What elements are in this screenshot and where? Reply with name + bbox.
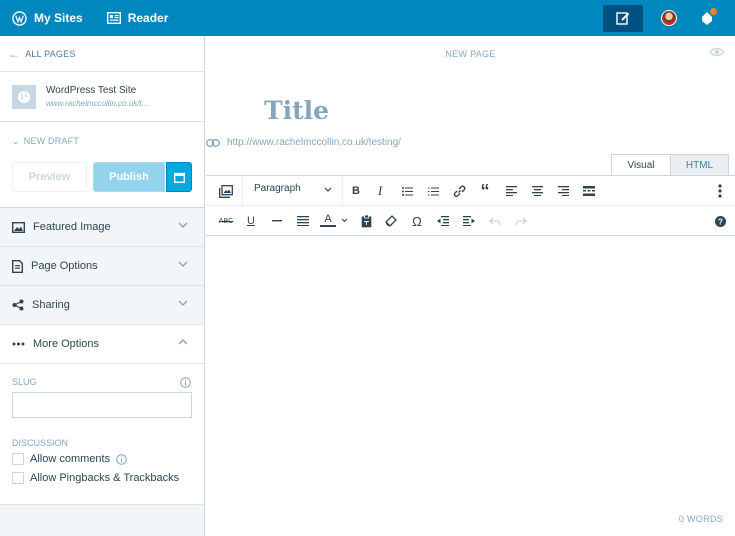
calendar-icon xyxy=(173,172,185,183)
title-input[interactable]: Title xyxy=(264,96,329,125)
site-url: www.rachelmccollin.co.uk/t... xyxy=(46,99,149,108)
preview-button[interactable]: Preview xyxy=(12,162,87,192)
info-icon[interactable] xyxy=(180,377,191,388)
notifications-button[interactable] xyxy=(699,8,717,26)
clear-formatting-icon[interactable] xyxy=(383,213,399,229)
accordion-label: Page Options xyxy=(31,260,98,272)
paste-text-icon[interactable] xyxy=(358,213,374,229)
editor-sidebar: ← ALL PAGES WordPress Test Site www.rach… xyxy=(0,36,205,536)
discussion-label: DISCUSSION xyxy=(12,438,69,448)
eye-icon[interactable] xyxy=(709,47,725,57)
editor-mode-tabs: Visual HTML xyxy=(611,154,729,175)
allow-comments-checkbox[interactable] xyxy=(12,453,24,465)
slug-label: SLUG xyxy=(12,377,37,387)
insert-more-icon[interactable] xyxy=(581,183,597,199)
accordion-label: More Options xyxy=(33,338,100,350)
permalink[interactable]: http://www.rachelmccollin.co.uk/testing/ xyxy=(206,137,401,148)
chevron-down-icon xyxy=(178,300,188,306)
allow-pingbacks-checkbox[interactable] xyxy=(12,472,24,484)
allow-comments-row: Allow comments xyxy=(12,453,127,465)
more-vertical-icon[interactable] xyxy=(712,183,728,199)
svg-text:?: ? xyxy=(718,217,723,226)
globe-icon xyxy=(12,84,36,109)
wordpress-icon xyxy=(12,10,27,26)
ellipsis-icon xyxy=(12,342,25,346)
editor-toolbar-primary: Paragraph B I “ xyxy=(206,175,735,206)
tab-visual[interactable]: Visual xyxy=(611,154,671,175)
publish-status-panel: ⌄ NEW DRAFT Preview Publish xyxy=(0,122,204,208)
my-sites-button[interactable]: My Sites xyxy=(0,0,95,36)
permalink-url: http://www.rachelmccollin.co.uk/testing/ xyxy=(227,137,401,148)
share-icon xyxy=(12,299,24,311)
justify-icon[interactable] xyxy=(295,213,311,229)
bulleted-list-icon[interactable] xyxy=(399,183,415,199)
link-icon[interactable] xyxy=(451,183,467,199)
add-media-icon[interactable] xyxy=(218,183,234,199)
info-icon[interactable] xyxy=(116,453,127,465)
horizontal-rule-icon[interactable] xyxy=(269,213,285,229)
numbered-list-icon[interactable] xyxy=(425,183,441,199)
redo-icon[interactable] xyxy=(513,213,529,229)
indent-icon[interactable] xyxy=(461,213,477,229)
help-icon[interactable]: ? xyxy=(712,213,728,229)
editor-toolbar-secondary: ABC U A Ω ? xyxy=(206,206,735,236)
align-right-icon[interactable] xyxy=(555,183,571,199)
my-sites-label: My Sites xyxy=(34,11,83,25)
chevron-down-icon xyxy=(324,187,332,192)
link-icon xyxy=(206,138,220,147)
chevron-down-icon[interactable] xyxy=(341,218,348,223)
accordion-sharing[interactable]: Sharing xyxy=(0,286,204,325)
bold-icon[interactable]: B xyxy=(348,183,364,199)
chevron-down-icon xyxy=(178,261,188,267)
page-icon xyxy=(12,259,23,273)
accordion-label: Featured Image xyxy=(33,221,111,233)
align-center-icon[interactable] xyxy=(529,183,545,199)
all-pages-label: ALL PAGES xyxy=(25,48,76,59)
align-left-icon[interactable] xyxy=(503,183,519,199)
special-character-icon[interactable]: Ω xyxy=(409,213,425,229)
schedule-button[interactable] xyxy=(166,162,192,192)
chevron-down-icon xyxy=(178,222,188,228)
reader-icon xyxy=(106,12,121,24)
italic-icon[interactable]: I xyxy=(372,183,388,199)
notification-dot xyxy=(710,8,717,15)
write-button[interactable] xyxy=(603,4,643,32)
underline-icon[interactable]: U xyxy=(243,213,259,229)
site-name: WordPress Test Site xyxy=(46,85,137,96)
slug-input[interactable] xyxy=(12,392,192,418)
reader-label: Reader xyxy=(127,11,169,25)
avatar[interactable] xyxy=(661,10,677,26)
outdent-icon[interactable] xyxy=(435,213,451,229)
accordion-label: Sharing xyxy=(32,299,70,311)
chevron-up-icon xyxy=(178,339,188,345)
arrow-left-icon: ← xyxy=(8,46,21,61)
accordion-featured-image[interactable]: Featured Image xyxy=(0,208,204,247)
allow-comments-label: Allow comments xyxy=(30,453,111,465)
more-options-panel: SLUG DISCUSSION Allow comments Allow Pin… xyxy=(0,364,204,505)
site-card[interactable]: WordPress Test Site www.rachelmccollin.c… xyxy=(0,72,204,122)
post-status-toggle[interactable]: ⌄ NEW DRAFT xyxy=(12,136,79,147)
status-label: NEW DRAFT xyxy=(23,136,80,146)
allow-pingbacks-row: Allow Pingbacks & Trackbacks xyxy=(12,472,179,484)
image-icon xyxy=(12,221,25,233)
undo-icon[interactable] xyxy=(487,213,503,229)
text-color-icon[interactable]: A xyxy=(320,213,336,227)
blockquote-icon[interactable]: “ xyxy=(477,181,493,201)
chevron-down-icon: ⌄ xyxy=(12,136,20,146)
publish-button[interactable]: Publish xyxy=(93,162,165,192)
editor-page-label: NEW PAGE xyxy=(445,49,496,59)
accordion-more-options[interactable]: More Options xyxy=(0,325,204,364)
word-count: 0 WORDS xyxy=(678,514,723,524)
strikethrough-icon[interactable]: ABC xyxy=(218,213,234,229)
reader-button[interactable]: Reader xyxy=(95,0,181,36)
all-pages-link[interactable]: ← ALL PAGES xyxy=(0,36,204,72)
tab-html[interactable]: HTML xyxy=(671,154,729,175)
format-select[interactable]: Paragraph xyxy=(254,183,301,194)
pencil-icon xyxy=(616,12,630,25)
editor-area: NEW PAGE Title http://www.rachelmccollin… xyxy=(206,36,735,536)
allow-pingbacks-label: Allow Pingbacks & Trackbacks xyxy=(30,472,180,484)
masterbar: My Sites Reader xyxy=(0,0,735,36)
accordion-page-options[interactable]: Page Options xyxy=(0,247,204,286)
